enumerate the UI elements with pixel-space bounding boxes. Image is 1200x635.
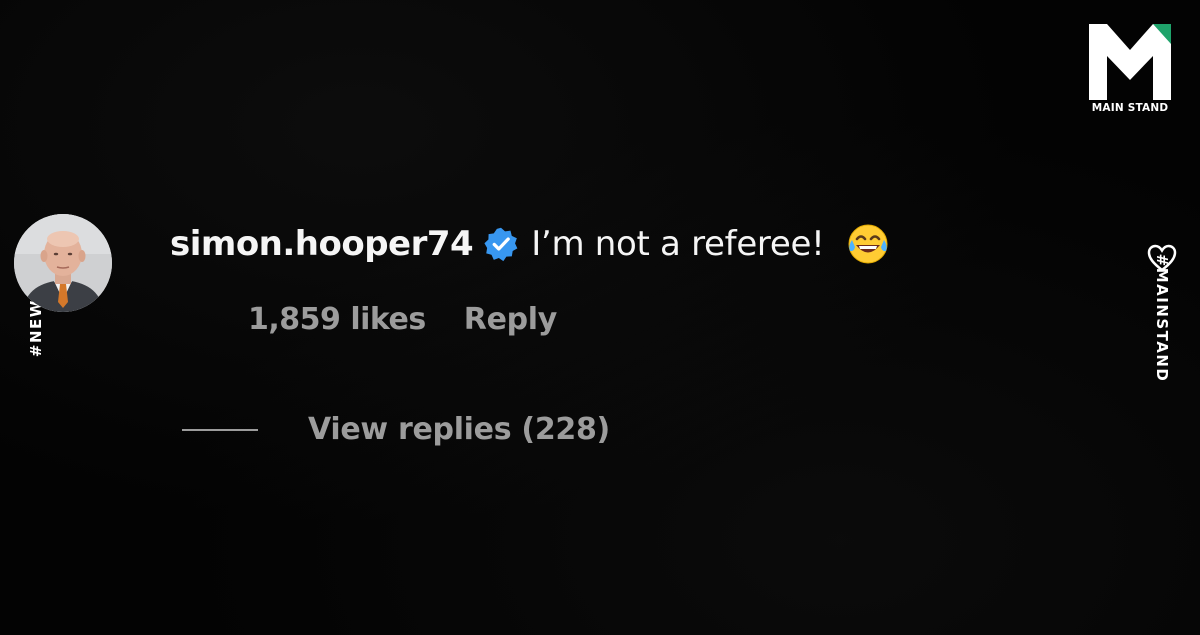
username[interactable]: simon.hooper74: [170, 224, 474, 264]
user-avatar-photo-icon: [14, 214, 112, 312]
background: [0, 0, 1200, 635]
comment-text: I’m not a referee!: [531, 224, 825, 264]
verified-badge-icon: [484, 227, 518, 262]
likes-count[interactable]: 1,859 likes: [248, 302, 426, 337]
reply-button[interactable]: Reply: [464, 302, 558, 337]
view-replies-row: View replies (228): [182, 412, 610, 447]
face-with-tears-of-joy-icon: [848, 224, 888, 264]
comment-meta-row: 1,859 likes Reply: [248, 302, 557, 337]
avatar[interactable]: [14, 214, 112, 312]
view-replies-button[interactable]: View replies (228): [308, 412, 610, 447]
brand-name: MAIN STAND: [1091, 102, 1169, 114]
replies-divider: [182, 428, 258, 431]
mainstand-tag: #MAINSTAND: [1153, 253, 1171, 383]
comment-line: simon.hooper74 I’m not a referee!: [170, 218, 890, 270]
